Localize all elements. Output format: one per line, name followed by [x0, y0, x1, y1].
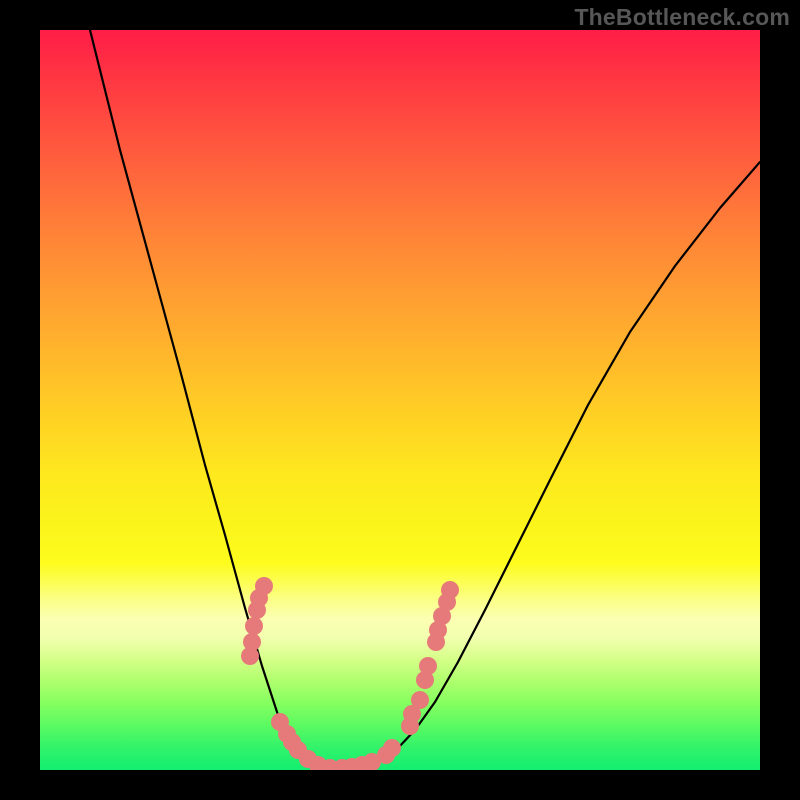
data-marker — [419, 657, 437, 675]
chart-frame: TheBottleneck.com — [0, 0, 800, 800]
plot-area — [40, 30, 760, 770]
data-marker — [411, 691, 429, 709]
data-marker — [255, 577, 273, 595]
data-marker — [441, 581, 459, 599]
data-marker — [243, 633, 261, 651]
data-markers — [40, 30, 760, 770]
data-marker — [245, 617, 263, 635]
data-marker — [383, 739, 401, 757]
watermark-label: TheBottleneck.com — [574, 4, 790, 31]
